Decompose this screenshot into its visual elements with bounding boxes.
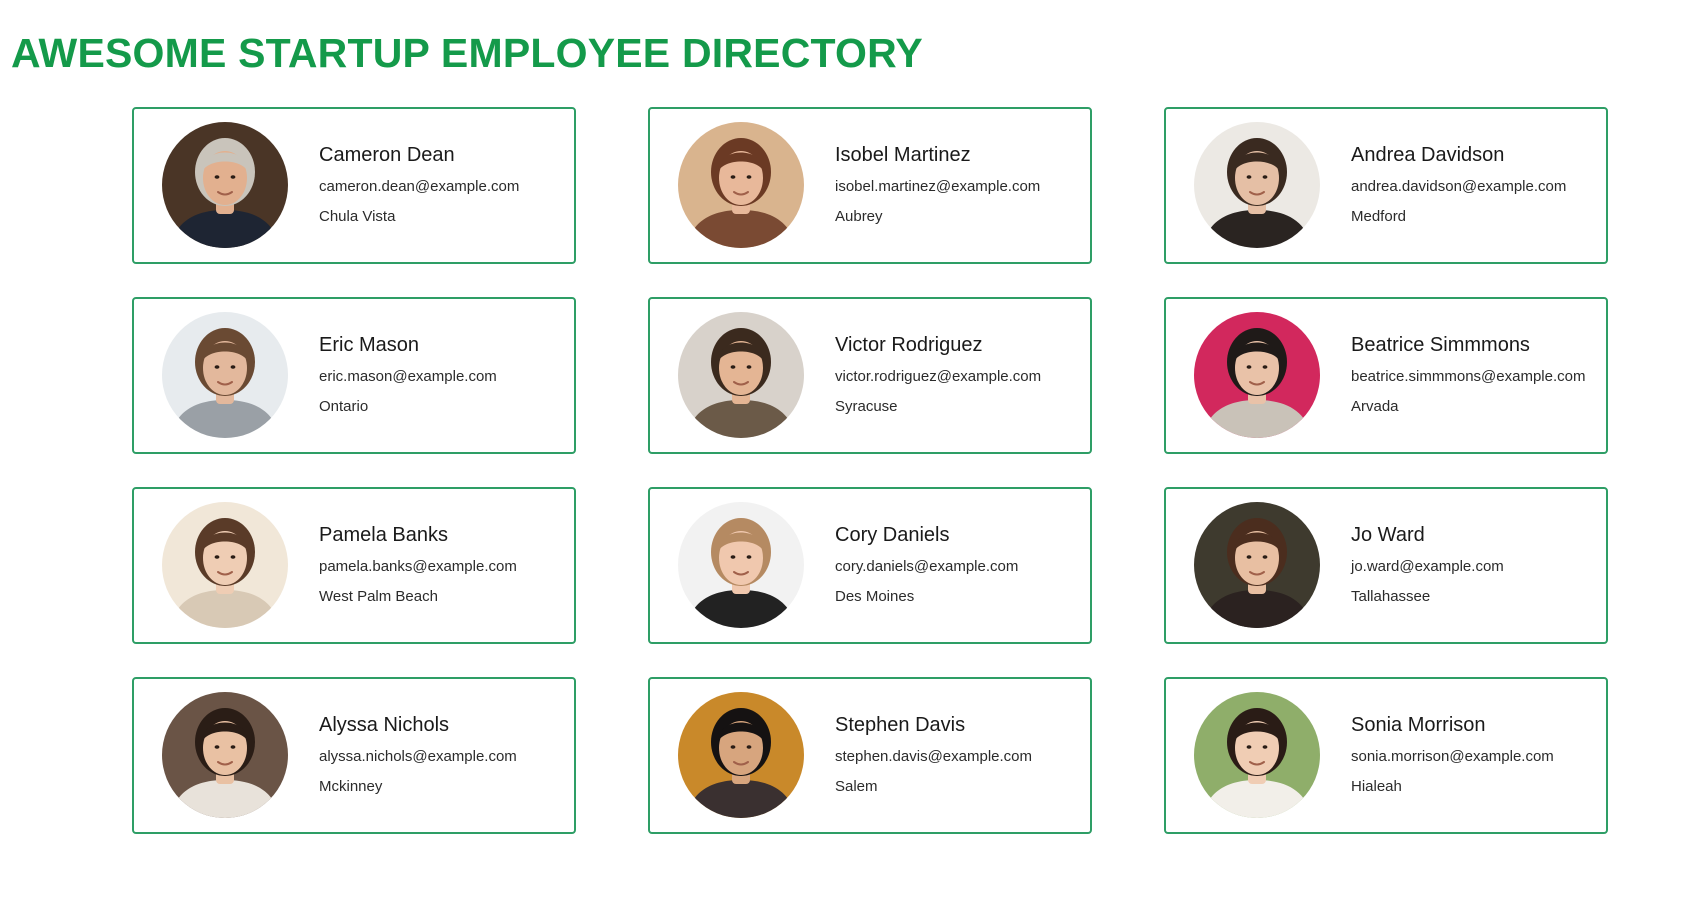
employee-card[interactable]: Beatrice Simmmons beatrice.simmmons@exam…	[1164, 297, 1608, 454]
employee-city: Medford	[1351, 208, 1407, 225]
employee-name: Stephen Davis	[835, 714, 966, 736]
avatar-photo	[678, 502, 804, 628]
employee-info: Beatrice Simmmons beatrice.simmmons@exam…	[1351, 333, 1585, 416]
employee-grid: Cameron Dean cameron.dean@example.com Ch…	[132, 107, 1608, 834]
employee-card[interactable]: Jo Ward jo.ward@example.com Tallahassee	[1164, 487, 1608, 644]
employee-info: Eric Mason eric.mason@example.com Ontari…	[319, 333, 497, 416]
employee-name: Alyssa Nichols	[319, 714, 450, 736]
employee-name: Jo Ward	[1351, 524, 1425, 546]
employee-info: Isobel Martinez isobel.martinez@example.…	[835, 143, 1040, 226]
employee-name: Pamela Banks	[319, 524, 448, 546]
employee-card[interactable]: Eric Mason eric.mason@example.com Ontari…	[132, 297, 576, 454]
employee-card[interactable]: Alyssa Nichols alyssa.nichols@example.co…	[132, 677, 576, 834]
employee-card[interactable]: Pamela Banks pamela.banks@example.com We…	[132, 487, 576, 644]
avatar-photo	[1194, 312, 1320, 438]
employee-info: Andrea Davidson andrea.davidson@example.…	[1351, 143, 1566, 226]
employee-name: Cory Daniels	[835, 524, 950, 546]
employee-avatar	[1194, 502, 1320, 628]
employee-card[interactable]: Stephen Davis stephen.davis@example.com …	[648, 677, 1092, 834]
employee-email: stephen.davis@example.com	[835, 748, 1032, 765]
employee-info: Victor Rodriguez victor.rodriguez@exampl…	[835, 333, 1041, 416]
avatar-photo	[1194, 122, 1320, 248]
avatar-photo	[678, 692, 804, 818]
employee-name: Beatrice Simmmons	[1351, 334, 1530, 356]
employee-avatar	[1194, 692, 1320, 818]
employee-info: Stephen Davis stephen.davis@example.com …	[835, 713, 1032, 796]
employee-city: Aubrey	[835, 208, 883, 225]
employee-email: pamela.banks@example.com	[319, 558, 517, 575]
employee-card[interactable]: Cameron Dean cameron.dean@example.com Ch…	[132, 107, 576, 264]
employee-email: cameron.dean@example.com	[319, 178, 520, 195]
employee-email: cory.daniels@example.com	[835, 558, 1019, 575]
employee-city: Chula Vista	[319, 208, 396, 225]
employee-email: victor.rodriguez@example.com	[835, 368, 1042, 385]
employee-city: West Palm Beach	[319, 588, 438, 605]
employee-card[interactable]: Andrea Davidson andrea.davidson@example.…	[1164, 107, 1608, 264]
employee-info: Cory Daniels cory.daniels@example.com De…	[835, 523, 1018, 606]
employee-avatar	[678, 692, 804, 818]
employee-city: Arvada	[1351, 398, 1399, 415]
page-title: AWESOME STARTUP EMPLOYEE DIRECTORY	[11, 30, 923, 76]
employee-card[interactable]: Sonia Morrison sonia.morrison@example.co…	[1164, 677, 1608, 834]
employee-city: Tallahassee	[1351, 588, 1431, 605]
avatar-photo	[678, 122, 804, 248]
employee-city: Syracuse	[835, 398, 898, 415]
employee-avatar	[1194, 122, 1320, 248]
avatar-photo	[1194, 502, 1320, 628]
employee-avatar	[678, 312, 804, 438]
employee-city: Ontario	[319, 398, 369, 415]
employee-name: Isobel Martinez	[835, 144, 971, 166]
employee-email: sonia.morrison@example.com	[1351, 748, 1554, 765]
avatar-photo	[162, 312, 288, 438]
avatar-photo	[1194, 692, 1320, 818]
employee-email: alyssa.nichols@example.com	[319, 748, 517, 765]
employee-card[interactable]: Cory Daniels cory.daniels@example.com De…	[648, 487, 1092, 644]
employee-name: Sonia Morrison	[1351, 714, 1486, 736]
employee-avatar	[162, 122, 288, 248]
employee-city: Hialeah	[1351, 778, 1402, 795]
employee-avatar	[162, 692, 288, 818]
employee-name: Eric Mason	[319, 334, 420, 356]
employee-email: jo.ward@example.com	[1351, 558, 1504, 575]
employee-email: isobel.martinez@example.com	[835, 178, 1041, 195]
employee-city: Salem	[835, 778, 878, 795]
avatar-photo	[162, 502, 288, 628]
employee-email: andrea.davidson@example.com	[1351, 178, 1567, 195]
employee-info: Jo Ward jo.ward@example.com Tallahassee	[1351, 523, 1504, 606]
employee-avatar	[162, 502, 288, 628]
employee-card[interactable]: Isobel Martinez isobel.martinez@example.…	[648, 107, 1092, 264]
employee-info: Alyssa Nichols alyssa.nichols@example.co…	[319, 713, 517, 796]
employee-city: Des Moines	[835, 588, 915, 605]
employee-email: beatrice.simmmons@example.com	[1351, 368, 1586, 385]
employee-name: Andrea Davidson	[1351, 144, 1505, 166]
employee-info: Sonia Morrison sonia.morrison@example.co…	[1351, 713, 1554, 796]
avatar-photo	[162, 122, 288, 248]
employee-info: Cameron Dean cameron.dean@example.com Ch…	[319, 143, 519, 226]
employee-email: eric.mason@example.com	[319, 368, 497, 385]
employee-card[interactable]: Victor Rodriguez victor.rodriguez@exampl…	[648, 297, 1092, 454]
avatar-photo	[678, 312, 804, 438]
employee-avatar	[678, 502, 804, 628]
employee-avatar	[678, 122, 804, 248]
employee-name: Cameron Dean	[319, 144, 455, 166]
employee-city: Mckinney	[319, 778, 383, 795]
employee-info: Pamela Banks pamela.banks@example.com We…	[319, 523, 517, 606]
employee-avatar	[1194, 312, 1320, 438]
avatar-photo	[162, 692, 288, 818]
employee-avatar	[162, 312, 288, 438]
employee-name: Victor Rodriguez	[835, 334, 983, 356]
